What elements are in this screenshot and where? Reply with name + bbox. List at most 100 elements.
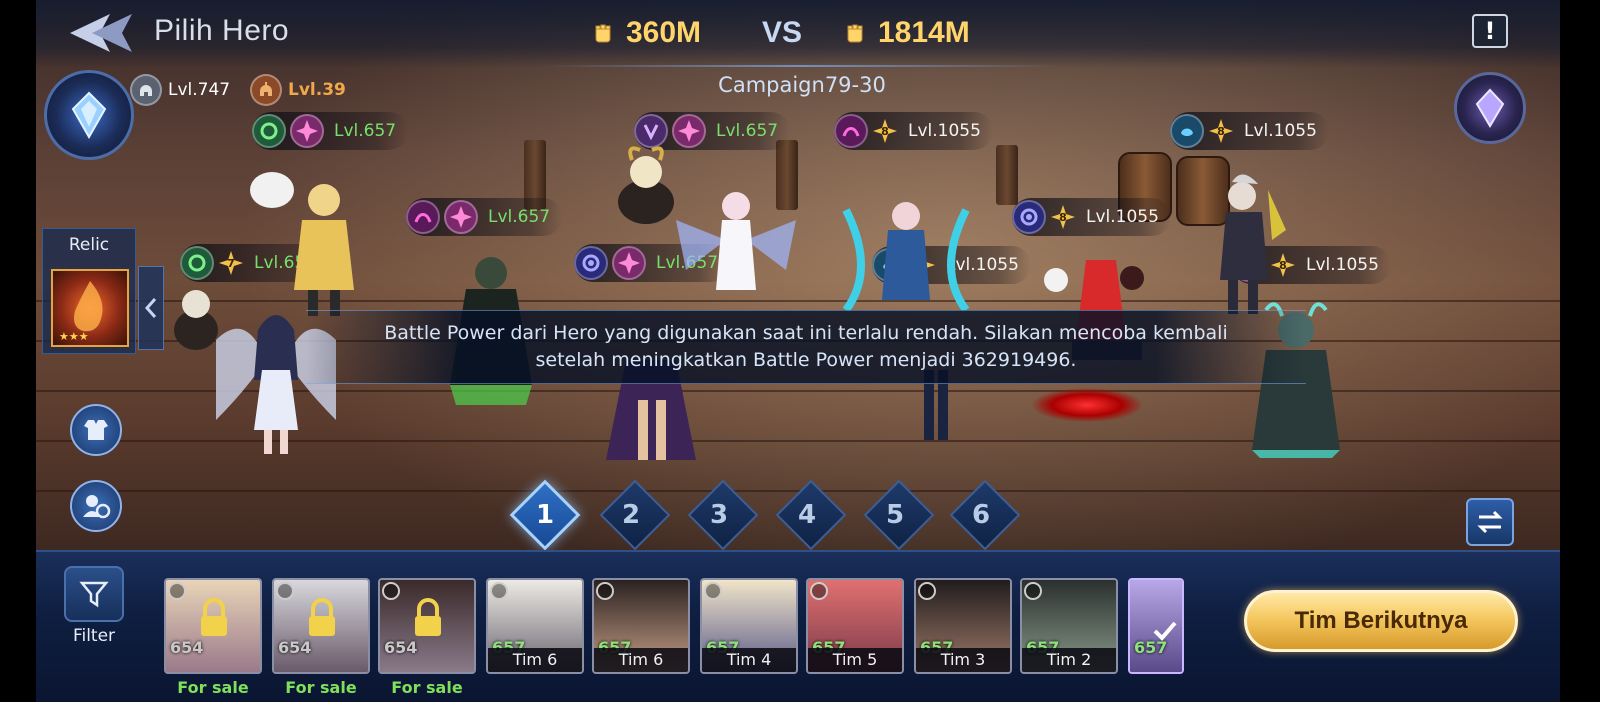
crystal-icon [71, 91, 107, 139]
card-level: 654 [278, 638, 312, 657]
wind-faction-icon [180, 246, 214, 280]
battle-prep-screen: Pilih Hero 360M VS 1814M Campaign79-30 !… [36, 0, 1560, 702]
rank-value: 8 [881, 125, 889, 138]
collapse-arrow-button[interactable] [138, 266, 164, 350]
roster-card[interactable]: 657 Tim 4 [700, 578, 798, 674]
relic-panel[interactable]: Relic ★★★ [42, 228, 136, 354]
hero-level: Lvl.1055 [1306, 255, 1379, 275]
roster-card-selected[interactable]: 657 [1128, 578, 1184, 674]
hero-level: Lvl.657 [334, 121, 397, 141]
rank-value: 8 [1059, 211, 1067, 224]
ally-hero-blonde-mage[interactable] [242, 150, 392, 320]
hero-level: Lvl.1055 [908, 121, 981, 141]
funnel-icon [79, 581, 109, 608]
armor-icon [84, 420, 108, 440]
rank-value: 8 [1217, 125, 1225, 138]
player-formation-emblem[interactable] [44, 70, 134, 160]
pink-star-icon [612, 246, 646, 280]
filter-button[interactable]: Filter [60, 566, 128, 650]
roster-card[interactable]: 654 [378, 578, 476, 674]
account-level: Lvl.747 [168, 80, 231, 100]
card-team-label: Tim 2 [1022, 648, 1116, 672]
rank-badge: 8 [1208, 118, 1234, 144]
roster-card[interactable]: 657 Tim 2 [1020, 578, 1118, 674]
rank-badge: 7 [218, 250, 244, 276]
fist-icon [847, 24, 863, 43]
roster-card[interactable]: 657 Tim 6 [592, 578, 690, 674]
next-team-button[interactable]: Tim Berikutnya [1244, 590, 1518, 652]
toast-message: Battle Power dari Hero yang digunakan sa… [306, 310, 1306, 384]
hero-level: Lvl.657 [488, 207, 551, 227]
filter-label: Filter [72, 626, 116, 646]
player-power-value: 360M [626, 16, 702, 49]
swap-formation-button[interactable] [1466, 498, 1514, 546]
info-button[interactable]: ! [1472, 14, 1508, 48]
lock-icon [309, 598, 335, 636]
pink-star-icon [444, 200, 478, 234]
relic-card[interactable]: ★★★ [51, 269, 129, 347]
hero-level: Lvl.1055 [1244, 121, 1317, 141]
roster-card[interactable]: 654 [164, 578, 262, 674]
helmet-icon [130, 74, 162, 106]
stage-name: Campaign79-30 [718, 73, 886, 97]
hero-level: Lvl.1055 [1086, 207, 1159, 227]
chaos-faction-icon [834, 114, 868, 148]
team-tab-3-label[interactable]: 3 [694, 500, 744, 530]
back-arrow-icon [70, 14, 132, 52]
ally-hero-tag: Lvl.657 [406, 198, 563, 236]
chevron-left-icon [144, 298, 157, 318]
team-tab-1-label[interactable]: 1 [520, 500, 570, 530]
enemy-hero-tag: 8 Lvl.1055 [834, 112, 993, 150]
swap-arrows-icon [1477, 510, 1503, 534]
roster-card[interactable]: 657 Tim 6 [486, 578, 584, 674]
card-level: 654 [170, 638, 204, 657]
for-sale-label: For sale [285, 678, 357, 697]
player-battle-power: 360M [592, 16, 701, 50]
card-team-label: Tim 6 [594, 648, 688, 672]
page-title: Pilih Hero [154, 14, 290, 47]
rank-badge: 8 [872, 118, 898, 144]
ally-hero-angel[interactable] [666, 180, 806, 310]
relic-label: Relic [68, 235, 110, 255]
armor-button[interactable] [70, 404, 122, 456]
enemy-hero-silver-assassin [1220, 174, 1286, 314]
vortex-faction-icon [1012, 200, 1046, 234]
guild-level: Lvl.39 [288, 80, 346, 100]
back-button[interactable] [50, 8, 160, 58]
check-icon [1153, 621, 1177, 641]
for-sale-label: For sale [391, 678, 463, 697]
ally-hero-tag: Lvl.657 [252, 112, 409, 150]
team-tab-2-label[interactable]: 2 [606, 500, 656, 530]
team-tab-5-label[interactable]: 5 [870, 500, 920, 530]
enemy-battle-power: 1814M [844, 16, 970, 50]
people-refresh-icon [83, 495, 111, 519]
lock-icon [415, 598, 441, 636]
roster-card[interactable]: 654 [272, 578, 370, 674]
chaos-faction-icon [406, 200, 440, 234]
water-faction-icon [1170, 114, 1204, 148]
team-tab-6-label[interactable]: 6 [956, 500, 1006, 530]
enemy-formation-emblem [1454, 72, 1526, 144]
card-team-label: Tim 3 [916, 648, 1010, 672]
swap-heroes-button[interactable] [70, 480, 122, 532]
crystal-icon [1475, 88, 1505, 128]
relic-stars: ★★★ [59, 330, 89, 343]
vortex-faction-icon [574, 246, 608, 280]
card-team-label: Tim 4 [702, 648, 796, 672]
lock-icon [201, 598, 227, 636]
ally-pet [174, 290, 218, 350]
toast-text: Battle Power dari Hero yang digunakan sa… [384, 322, 1228, 371]
roster-card[interactable]: 657 Tim 3 [914, 578, 1012, 674]
wind-faction-icon [252, 114, 286, 148]
vs-label: VS [762, 16, 803, 49]
team-tab-4-label[interactable]: 4 [782, 500, 832, 530]
rank-badge: 8 [1050, 204, 1076, 230]
spartan-helmet-icon [250, 74, 282, 106]
roster-card[interactable]: 657 Tim 5 [806, 578, 904, 674]
card-level: 654 [384, 638, 418, 657]
enemy-hero-blue-warrior [842, 202, 970, 313]
enemy-power-value: 1814M [878, 16, 970, 49]
card-team-label: Tim 5 [808, 648, 902, 672]
rank-badge-value: 7 [227, 257, 235, 270]
stage-banner: Campaign79-30 [542, 62, 1062, 98]
